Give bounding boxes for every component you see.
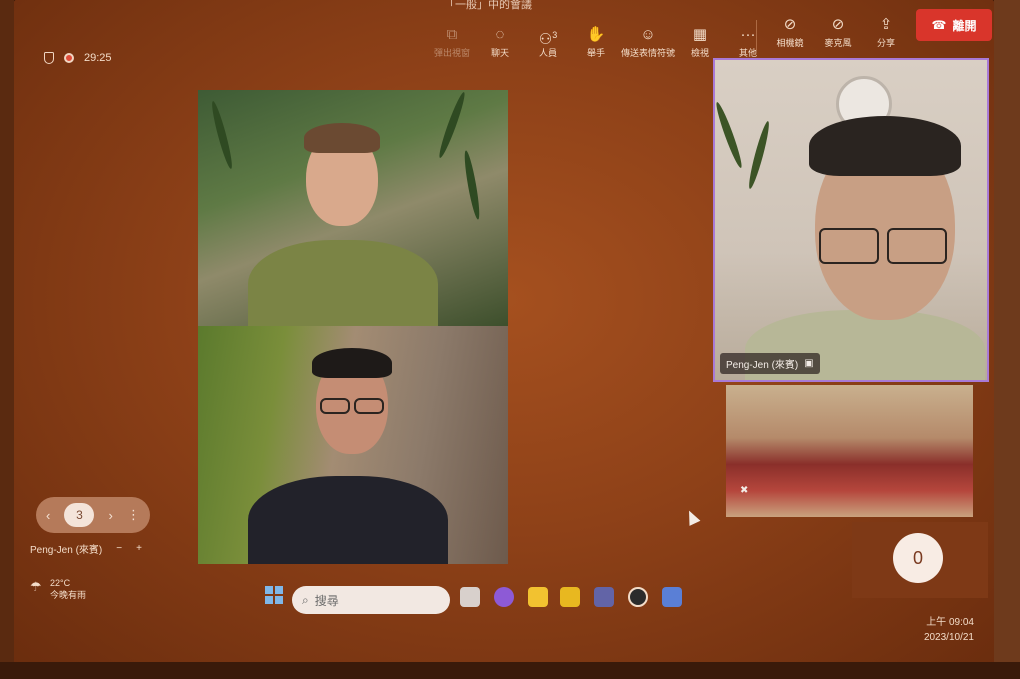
gallery-pager: ‹ 3 › ⋮ (36, 497, 150, 533)
chevron-left-icon[interactable]: ‹ (46, 508, 50, 523)
photos-icon[interactable] (662, 587, 682, 607)
clock-date: 2023/10/21 (923, 632, 974, 643)
chat-button[interactable]: ◌ 聊天 (476, 24, 524, 59)
person-hair (304, 123, 380, 153)
teams-chat-icon[interactable] (494, 587, 514, 607)
meeting-title: 「一般」中的會議 (444, 0, 532, 11)
media-player-icon[interactable] (628, 587, 648, 607)
person-body (248, 240, 438, 326)
mouse-cursor-icon (683, 508, 701, 526)
screen-bezel-right (994, 0, 1020, 679)
zoom-out-button[interactable]: − (116, 543, 122, 554)
camera-button[interactable]: ⊘ 相機鏡 (766, 14, 814, 49)
page-number: 3 (64, 503, 95, 527)
person-hair (312, 348, 392, 378)
phone-hangup-icon: ☎ (931, 18, 947, 32)
emoji-button[interactable]: ☺ 傳送表情符號 (620, 24, 676, 59)
search-placeholder: 搜尋 (314, 593, 339, 608)
search-icon: ⌕ (302, 592, 309, 607)
more-button[interactable]: ··· 其他 (724, 24, 772, 59)
view-icon: ▦ (692, 26, 708, 43)
weather-temp: 22°C (50, 578, 71, 588)
chat-icon: ◌ (495, 26, 505, 43)
microsoft-teams-icon[interactable] (594, 587, 614, 607)
mic-button[interactable]: ⊘ 麥克風 (814, 14, 862, 49)
plant-leaf (746, 120, 772, 190)
projected-screen: 「一般」中的會議 29:25 ⧉ 彈出視窗 ◌ 聊天 ⚇3 人員 ✋ 舉手 ☺ … (14, 0, 994, 665)
emoji-icon: ☺ (640, 26, 656, 43)
popout-button[interactable]: ⧉ 彈出視窗 (428, 24, 476, 59)
screen-bezel-left (0, 0, 14, 679)
clock-time: 上午 09:04 (926, 617, 974, 628)
popout-icon: ⧉ (446, 26, 458, 43)
people-button[interactable]: ⚇3 人員 (524, 24, 572, 59)
mic-muted-icon: ✖ (740, 485, 749, 496)
pager-name-label: Peng-Jen (來賓) (30, 545, 103, 556)
video-tile-participant-1[interactable] (198, 90, 508, 326)
video-tile-auditorium[interactable]: ✖ (726, 385, 973, 517)
raise-hand-button[interactable]: ✋ 舉手 (572, 24, 620, 59)
windows-taskbar: ☂ 22°C 今晚有雨 ⌕ 搜尋 上午 09:04 2023/10/21 (14, 575, 994, 647)
device-toolbar: ⊘ 相機鏡 ⊘ 麥克風 ⇪ 分享 (766, 14, 910, 49)
rain-umbrella-icon: ☂ (30, 579, 42, 594)
plant-leaf (461, 149, 483, 221)
shield-icon (44, 52, 54, 64)
windows-start-icon[interactable] (265, 586, 283, 604)
glasses (819, 228, 879, 264)
zoom-controls: Peng-Jen (來賓) − + (30, 541, 142, 556)
raise-hand-icon: ✋ (586, 26, 606, 43)
zoom-in-button[interactable]: + (136, 543, 142, 554)
people-count-badge: 3 (552, 30, 558, 40)
video-tile-featured[interactable]: Peng-Jen (來賓) ▣ (713, 58, 989, 382)
video-tile-participant-2[interactable] (198, 326, 508, 564)
weather-widget[interactable]: ☂ 22°C 今晚有雨 (30, 577, 86, 601)
power-bi-icon[interactable] (560, 587, 580, 607)
recording-icon (64, 53, 74, 63)
view-button[interactable]: ▦ 檢視 (676, 24, 724, 59)
system-clock[interactable]: 上午 09:04 2023/10/21 (924, 615, 974, 645)
file-explorer-icon[interactable] (528, 587, 548, 607)
share-icon: ⇪ (879, 16, 893, 33)
mic-off-icon: ⊘ (831, 16, 845, 33)
people-icon: ⚇3 (538, 30, 558, 48)
taskbar-search[interactable]: ⌕ 搜尋 (292, 586, 450, 614)
glasses (320, 398, 350, 414)
person-hair (809, 116, 961, 176)
participant-name-badge: Peng-Jen (來賓) ▣ (720, 353, 820, 374)
weather-desc: 今晚有雨 (50, 590, 87, 600)
share-button[interactable]: ⇪ 分享 (862, 14, 910, 49)
more-vertical-icon[interactable]: ⋮ (127, 507, 140, 523)
plant-leaf (715, 100, 745, 170)
person-body (248, 476, 448, 564)
glasses (887, 228, 947, 264)
plant-leaf (436, 90, 468, 160)
task-view-icon[interactable] (460, 587, 480, 607)
chevron-right-icon[interactable]: › (109, 508, 113, 523)
toolbar-divider (756, 20, 757, 50)
glasses (354, 398, 384, 414)
leave-button[interactable]: ☎ 離開 (916, 9, 992, 41)
meeting-status: 29:25 (44, 52, 112, 64)
plant-leaf (209, 100, 235, 170)
meeting-toolbar: ⧉ 彈出視窗 ◌ 聊天 ⚇3 人員 ✋ 舉手 ☺ 傳送表情符號 ▦ 檢視 ···… (428, 24, 772, 59)
screen-share-icon: ▣ (804, 358, 814, 369)
more-icon: ··· (740, 26, 756, 43)
meeting-timer: 29:25 (84, 52, 112, 64)
camera-off-icon: ⊘ (783, 16, 797, 33)
screen-bezel-bottom (0, 662, 1020, 679)
